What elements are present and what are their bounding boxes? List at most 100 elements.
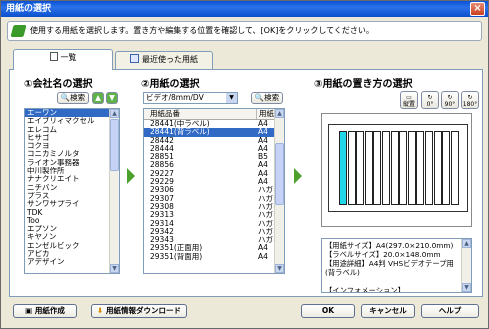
create-paper-button[interactable]: ▣ 用紙作成: [13, 304, 77, 318]
paper-list-row[interactable]: 29314 ハガキ: [144, 220, 284, 228]
company-list-item[interactable]: コクヨ: [25, 142, 119, 150]
next-step-arrow-icon: [127, 168, 135, 184]
close-button[interactable]: ×: [470, 2, 485, 16]
chevron-down-icon[interactable]: ▼: [226, 93, 237, 103]
label-strip[interactable]: [407, 131, 416, 205]
company-list-item[interactable]: Too: [25, 217, 119, 225]
download-info-button[interactable]: ⬇ 用紙情報ダウンロード: [91, 304, 187, 318]
scroll-thumb[interactable]: [110, 119, 119, 171]
label-strip[interactable]: [356, 131, 365, 205]
company-list-item[interactable]: コニカミノルタ: [25, 150, 119, 158]
paper-size: A4: [258, 161, 268, 170]
scroll-thumb[interactable]: [275, 143, 284, 205]
company-list-item[interactable]: アデザイン: [25, 258, 119, 266]
paper-list-row[interactable]: 29351(背面用) A4: [144, 253, 284, 261]
move-up-button[interactable]: ▲: [92, 92, 104, 104]
company-list-item[interactable]: 中川製作所: [25, 167, 119, 175]
col-size-header[interactable]: 用紙: [256, 109, 274, 119]
paper-list-row[interactable]: 28441(中ラベル) A4: [144, 120, 284, 128]
category-value: ビデオ/8mm/DV: [146, 93, 204, 102]
label-strip[interactable]: [339, 131, 347, 205]
company-list-item[interactable]: サンワサプライ: [25, 200, 119, 208]
company-list-item[interactable]: キヤノン: [25, 233, 119, 241]
company-list-item[interactable]: TDK: [25, 209, 119, 217]
detail-line: 【ラベルサイズ】20.0×148.0mm: [325, 250, 441, 259]
company-search-button[interactable]: 🔍検索: [57, 92, 89, 104]
paper-list-row[interactable]: 28442 A4: [144, 137, 284, 145]
company-list-item[interactable]: アピカ: [25, 250, 119, 258]
paper-list-row[interactable]: 29306 ハガキ: [144, 186, 284, 194]
paper-list-row[interactable]: 28856 A4: [144, 161, 284, 169]
paper-list-row[interactable]: 29227 A4: [144, 170, 284, 178]
rotate-90-button[interactable]: ↻ 90°: [441, 91, 459, 109]
rotate-0-button[interactable]: ↻ 0°: [421, 91, 439, 109]
step1-title: ①会社名の選択: [24, 79, 93, 90]
paper-list-row[interactable]: 29313 ハガキ: [144, 211, 284, 219]
paper-list-row[interactable]: 29307 ハガキ: [144, 195, 284, 203]
window-title: 用紙の選択: [6, 4, 52, 14]
detail-line: 【インフォメーション】: [325, 286, 405, 293]
company-list-item[interactable]: ニチバン: [25, 184, 119, 192]
label-strip[interactable]: [347, 131, 356, 205]
paper-items: 28441(中ラベル) A4 28441(背ラベル) A4 28442 A4 28444 A4…: [144, 120, 284, 261]
tab-list-label: 一覧: [60, 53, 77, 62]
category-select[interactable]: ビデオ/8mm/DV ▼: [143, 92, 238, 104]
company-scrollbar[interactable]: ▲ ▼: [109, 109, 119, 273]
detail-lines: 【用紙サイズ】A4(297.0×210.0mm) 【ラベルサイズ】20.0×148…: [325, 241, 459, 293]
company-list[interactable]: エーワン エイブリィマクセル エレコム ヒサゴ コクヨ コニカミノルタ ライオン事務器 中川製…: [24, 108, 120, 274]
help-button[interactable]: ヘルプ: [421, 304, 479, 318]
info-bar: 使用する用紙を選択します。置き方や編集する位置を確認して、[OK]をクリックして…: [7, 21, 482, 41]
label-strip[interactable]: [442, 131, 451, 205]
label-strip[interactable]: [399, 131, 408, 205]
tab-list[interactable]: 一覧: [13, 49, 113, 70]
ok-button[interactable]: OK: [301, 304, 355, 318]
company-list-item[interactable]: ヒサゴ: [25, 134, 119, 142]
rotate-180-button[interactable]: ↻ 180°: [461, 91, 479, 109]
scroll-up-icon[interactable]: ▲: [275, 109, 284, 118]
company-list-item[interactable]: エイブリィマクセル: [25, 117, 119, 125]
company-list-item[interactable]: エーワン: [25, 109, 119, 118]
paper-list-row[interactable]: 28441(背ラベル) A4: [144, 128, 284, 137]
cancel-button[interactable]: キャンセル: [361, 304, 415, 318]
paper-list-row[interactable]: 29308 ハガキ: [144, 203, 284, 211]
paper-list-row[interactable]: 29351(正面用) A4: [144, 244, 284, 252]
label-strip[interactable]: [450, 131, 459, 205]
label-strip[interactable]: [373, 131, 382, 205]
paper-name: 28444: [150, 144, 174, 153]
paper-list-row[interactable]: 29229 A4: [144, 178, 284, 186]
label-strip[interactable]: [382, 131, 390, 205]
scroll-up-icon[interactable]: ▲: [462, 239, 471, 248]
scroll-down-icon[interactable]: ▼: [462, 283, 471, 292]
scroll-up-icon[interactable]: ▲: [110, 109, 119, 118]
orientation-button[interactable]: ▭ 縦置: [400, 91, 418, 109]
col-name-header[interactable]: 用紙品番: [150, 109, 180, 119]
label-strip[interactable]: [425, 131, 433, 205]
tab-recent[interactable]: 最近使った用紙: [115, 51, 213, 69]
paper-list-row[interactable]: 28444 A4: [144, 145, 284, 153]
label-strip[interactable]: [433, 131, 442, 205]
company-list-item[interactable]: ナナクリエイト: [25, 175, 119, 183]
paper-list-row[interactable]: 29343 ハガキ: [144, 236, 284, 244]
detail-line: [325, 277, 459, 286]
paper-size: A4: [258, 128, 268, 137]
paper-list-row[interactable]: 29342 ハガキ: [144, 228, 284, 236]
company-list-item[interactable]: エプソン: [25, 225, 119, 233]
label-strip[interactable]: [390, 131, 399, 205]
rotation-label: 0°: [426, 101, 434, 108]
scroll-down-icon[interactable]: ▼: [110, 264, 119, 273]
label-strip[interactable]: [364, 131, 373, 205]
scroll-down-icon[interactable]: ▼: [275, 264, 284, 273]
paper-scrollbar[interactable]: ▲ ▼: [274, 109, 284, 273]
company-list-item[interactable]: エレコム: [25, 126, 119, 134]
company-list-item[interactable]: プラス: [25, 192, 119, 200]
move-down-button[interactable]: ▼: [106, 92, 118, 104]
paper-list-row[interactable]: 28851 B5: [144, 153, 284, 161]
paper-sheet: [328, 124, 468, 212]
paper-search-button[interactable]: 🔍検索: [251, 92, 283, 104]
details-scrollbar[interactable]: ▲ ▼: [461, 239, 471, 292]
label-strip[interactable]: [416, 131, 425, 205]
paper-size: A4: [258, 144, 268, 153]
company-list-item[interactable]: ライオン事務器: [25, 159, 119, 167]
company-list-item[interactable]: エンゼルビック: [25, 242, 119, 250]
paper-list[interactable]: 用紙品番 用紙 28441(中ラベル) A4 28441(背ラベル) A4 28442 A…: [143, 108, 285, 274]
